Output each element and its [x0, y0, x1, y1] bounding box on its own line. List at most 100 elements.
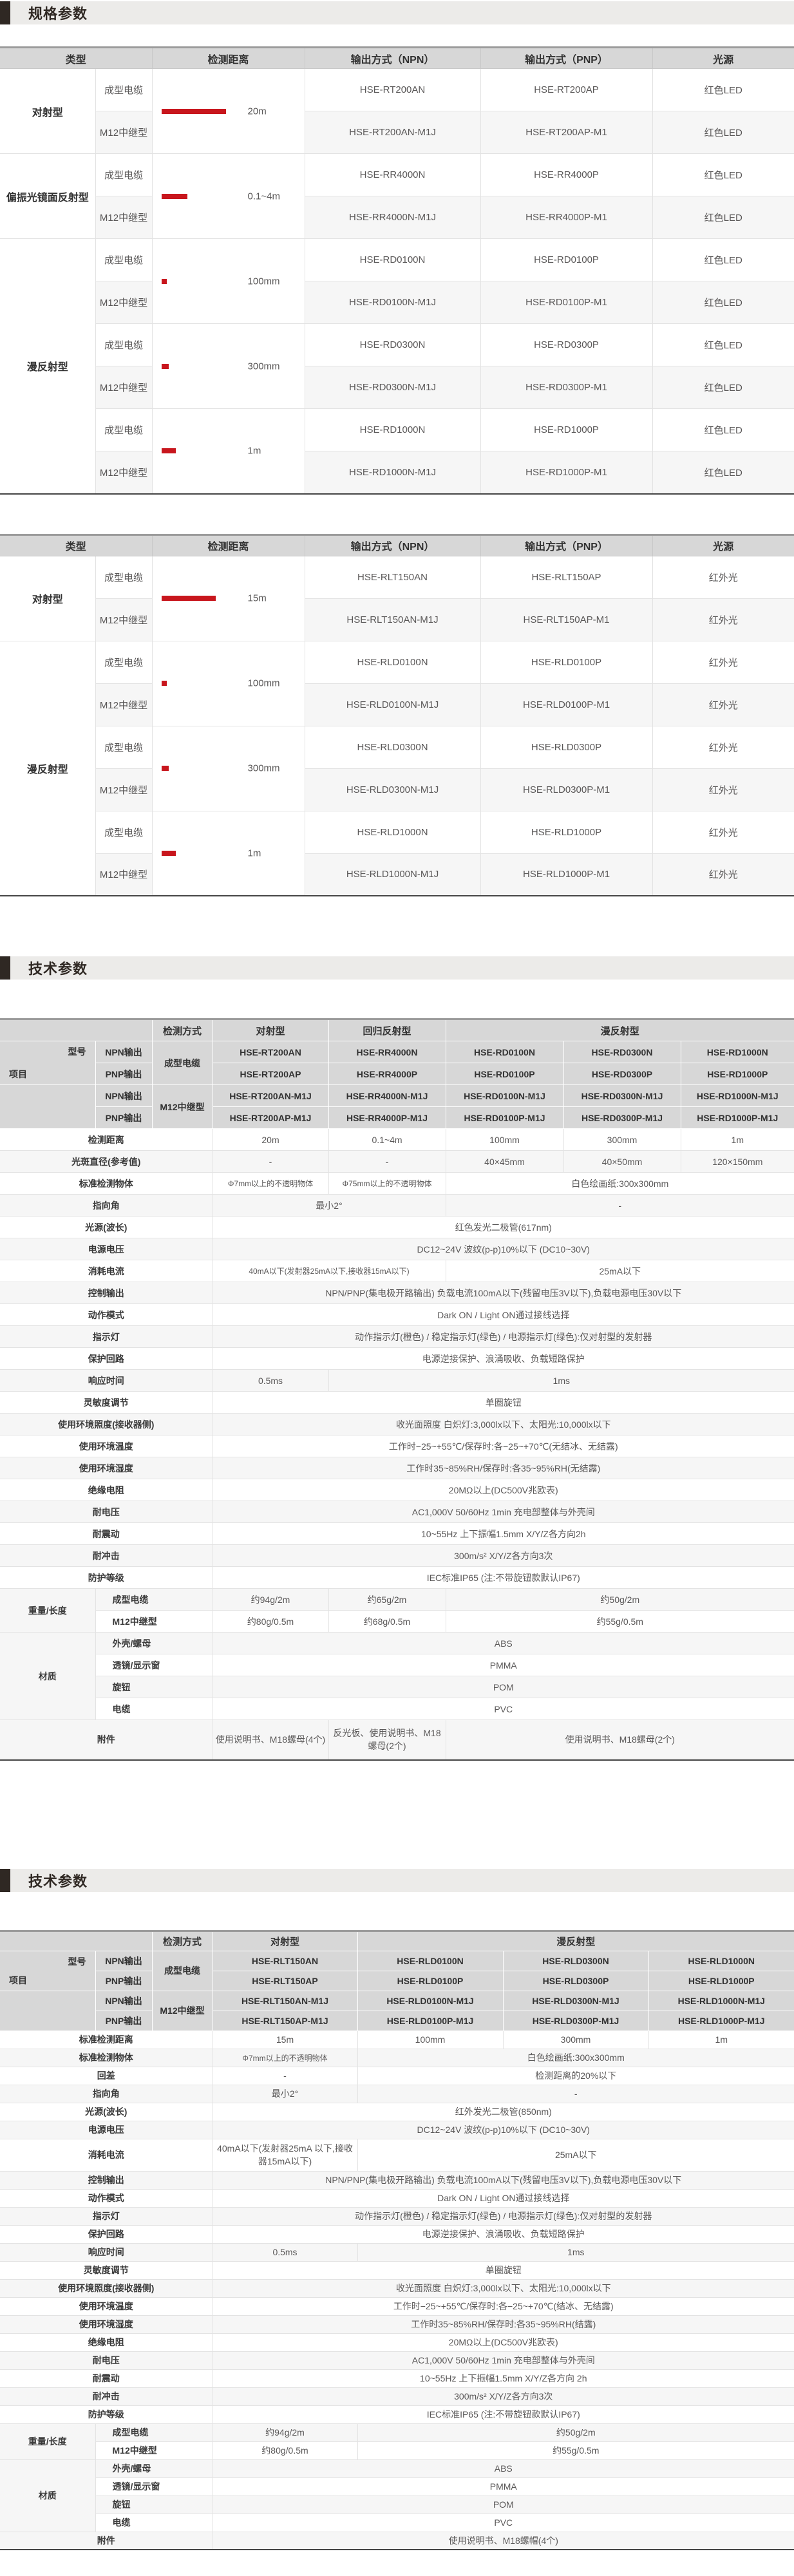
tech-model-cell: HSE-RLD1000P	[648, 1970, 794, 1991]
col-header-type: 类型	[0, 534, 153, 556]
tech-model-cell: HSE-RT200AP	[212, 1063, 329, 1085]
detection-method-label: 检测方式	[151, 1930, 213, 1951]
tech-row-label: 防护等级	[0, 2405, 213, 2424]
tech-value-cell: 红外发光二极管(850nm)	[212, 2102, 794, 2121]
tech-model-cell: HSE-RD0300P	[563, 1063, 681, 1085]
tech-model-cell: HSE-RD0100N-M1J	[445, 1084, 564, 1107]
spec-light-cell: 红外光	[652, 640, 794, 684]
tech-row-label: 附件	[0, 2531, 213, 2550]
spec-row: M12中继型 HSE-RLD0300N-M1J HSE-RLD0300P-M1 红外光	[0, 768, 794, 811]
tech-row-label: 光源(波长)	[0, 2102, 213, 2121]
tech-value-cell: 10~55Hz 上下振幅1.5mm X/Y/Z各方向2h	[212, 1522, 794, 1545]
spec-model-pnp: HSE-RLD1000P-M1	[480, 853, 653, 896]
spec-model-pnp: HSE-RLD1000P	[480, 810, 653, 854]
spec-model-npn: HSE-RD0300N	[304, 323, 481, 366]
cable-type-cell: M12中继型	[151, 1990, 213, 2031]
tech-value-cell: 动作指示灯(橙色) / 稳定指示灯(绿色) / 电源指示灯(绿色):仅对射型的发…	[212, 2206, 794, 2226]
spec-model-pnp: HSE-RD1000P	[480, 408, 653, 451]
output-type-cell: NPN输出	[95, 1990, 153, 2011]
spec-cable-cell: M12中继型	[95, 598, 153, 641]
spec-row: M12中继型 HSE-RD0100N-M1J HSE-RD0100P-M1 红色LED	[0, 281, 794, 324]
section-title: 技术参数	[28, 1873, 88, 1889]
tech-value-cell: 100mm	[445, 1128, 564, 1151]
distance-red-bar	[161, 850, 176, 856]
model-item-diagonal-corner: 型号项目	[0, 1041, 96, 1085]
tech-model-row: PNP输出 HSE-RLT150AP HSE-RLD0100P HSE-RLD0300…	[0, 1970, 794, 1991]
tech-value-cell: 0.5ms	[212, 1369, 329, 1392]
distance-red-bar	[161, 278, 167, 284]
tech-group-label: 重量/长度	[0, 2423, 96, 2460]
tech-model-cell: HSE-RLD0300P	[502, 1970, 649, 1991]
spec-distance-cell: 1m	[151, 810, 305, 896]
tech-value-cell: 10~55Hz 上下振幅1.5mm X/Y/Z各方向 2h	[212, 2369, 794, 2388]
tech-value-row: 动作模式 Dark ON / Light ON通过接线选择	[0, 1303, 794, 1326]
tech-value-row: 指向角 最小2° -	[0, 1194, 794, 1217]
output-type-cell: PNP输出	[95, 1063, 153, 1085]
section-header-spec: 规格参数	[0, 1, 794, 24]
tech-model-cell: HSE-RLD1000N	[648, 1950, 794, 1971]
tech-value-row: 耐电压 AC1,000V 50/60Hz 1min 充电部整体与外壳间	[0, 1501, 794, 1523]
tech-value-row: 消耗电流 40mA以下(发射器25mA 以下,接收器15mA以下) 25mA以下	[0, 2138, 794, 2172]
tech-row-label: 指向角	[0, 1194, 213, 1217]
tech-model-cell: HSE-RLD0100N-M1J	[357, 1990, 504, 2011]
spec-row: M12中继型 HSE-RLD0100N-M1J HSE-RLD0100P-M1 红外光	[0, 683, 794, 726]
tech-value-cell: 0.5ms	[212, 2242, 358, 2262]
tech-value-cell: 电源逆接保护、浪涌吸收、负载短路保护	[212, 2224, 794, 2244]
tech-model-cell: HSE-RD0100N	[445, 1041, 564, 1063]
tech-value-row: 消耗电流 40mA以下(发射器25mA以下,接收器15mA以下) 25mA以下	[0, 1260, 794, 1282]
spec-type-cell: 对射型	[0, 68, 96, 154]
spec-cable-cell: M12中继型	[95, 451, 153, 494]
tech-value-row: 绝缘电阻 20MΩ以上(DC500V兆欧表)	[0, 1479, 794, 1501]
tech-value-row: 耐冲击 300m/s² X/Y/Z各方向3次	[0, 1544, 794, 1567]
tech-value-row: 材质 外壳/螺母 ABS	[0, 1632, 794, 1720]
spec-light-cell: 红色LED	[652, 323, 794, 366]
spec-model-pnp: HSE-RD0300P-M1	[480, 366, 653, 409]
corner-item-label: 项目	[9, 1069, 27, 1079]
col-header-light: 光源	[652, 534, 794, 556]
tech-sub-label: 透镜/显示窗	[95, 1654, 213, 1676]
tech-table: 检测方式 对射型 漫反射型 型号 项目 NPN输出 成型电缆 HSE-RLT150AN HSE-…	[0, 1929, 794, 2550]
spec-cable-cell: M12中继型	[95, 281, 153, 324]
spec-sheet-page: 规格参数 类型 检测距离 输出方式（NPN） 输出方式（PNP） 光源 对射型成型电缆 20…	[0, 0, 794, 2576]
tech-model-cell: HSE-RD0300N-M1J	[563, 1084, 681, 1107]
tech-value-cell: 300mm	[502, 2030, 649, 2049]
distance-red-bar	[161, 596, 216, 601]
tech-value-cell: 300m/s² X/Y/Z各方向3次	[212, 2387, 794, 2406]
tech-sub-label: 成型电缆	[95, 1588, 213, 1611]
spec-row: M12中继型 HSE-RLT150AN-M1J HSE-RLT150AP-M1 红外光	[0, 598, 794, 641]
tech-value-row: 旋钮 POM	[0, 2495, 794, 2514]
tech-value-cell: 20m	[212, 1128, 329, 1151]
spec-model-npn: HSE-RLT150AN-M1J	[304, 598, 481, 641]
tech-value-row: 保护回路 电源逆接保护、浪涌吸收、负载短路保护	[0, 1347, 794, 1370]
tech-value-row: 电源电压 DC12~24V 波纹(p-p)10%以下 (DC10~30V)	[0, 2120, 794, 2139]
tech-row-label: 使用环境照度(接收器侧)	[0, 1413, 213, 1435]
tech-row-label: 保护回路	[0, 2224, 213, 2244]
tech-value-cell: 电源逆接保护、浪涌吸收、负载短路保护	[212, 1347, 794, 1370]
tech-sub-label: 电缆	[95, 1698, 213, 1720]
spec-cable-cell: 成型电缆	[95, 810, 153, 854]
tech-row-label: 控制输出	[0, 2170, 213, 2190]
tech-value-cell: 最小2°	[212, 2084, 358, 2103]
corner-model-label: 型号	[68, 1046, 86, 1057]
section-title: 技术参数	[28, 961, 88, 977]
spec-light-cell: 红色LED	[652, 153, 794, 196]
spec-row: 成型电缆 300mm HSE-RLD0300N HSE-RLD0300P 红外光	[0, 725, 794, 811]
tech-model-cell: HSE-RR4000P-M1J	[328, 1106, 446, 1129]
tech-value-cell: 1ms	[357, 2242, 794, 2262]
spec-distance-cell: 100mm	[151, 238, 305, 324]
tech-value-row: 灵敏度调节 单圈旋钮	[0, 2260, 794, 2280]
spec-distance-cell: 0.1~4m	[151, 153, 305, 239]
spec-model-pnp: HSE-RR4000P-M1	[480, 196, 653, 239]
spec-header-row: 类型 检测距离 输出方式（NPN） 输出方式（PNP） 光源	[0, 534, 794, 556]
tech-value-row: 旋钮 POM	[0, 1676, 794, 1698]
tech-value-cell: IEC标准IP65 (注:不带旋钮款默认IP67)	[212, 1566, 794, 1589]
tech-row-label: 绝缘电阻	[0, 2333, 213, 2352]
tech-value-row: 电缆 PVC	[0, 2513, 794, 2532]
tech-value-cell: 约65g/2m	[328, 1588, 446, 1611]
output-type-cell: NPN输出	[95, 1950, 153, 1971]
tech-value-row: 耐震动 10~55Hz 上下振幅1.5mm X/Y/Z各方向2h	[0, 1522, 794, 1545]
tech-value-row: 使用环境照度(接收器侧) 收光面照度 白炽灯:3,000lx以下、太阳光:10,0…	[0, 1413, 794, 1435]
tech-model-cell: HSE-RLD0300N	[502, 1950, 649, 1971]
tech-row-label: 光源(波长)	[0, 1216, 213, 1238]
tech-row-label: 附件	[0, 1719, 213, 1760]
